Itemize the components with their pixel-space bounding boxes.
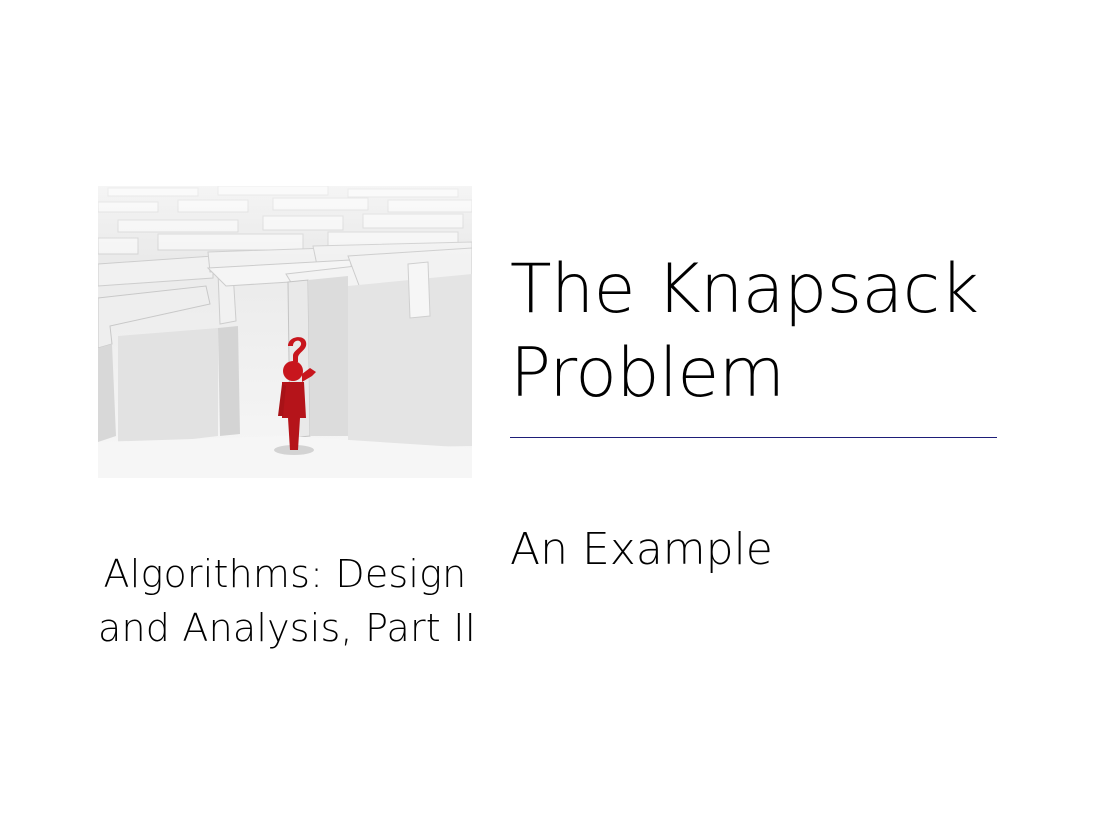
course-line-2: and Analysis, Part II (98, 606, 477, 650)
slide-subtitle: An Example (510, 524, 773, 575)
course-name: Algorithms: Design and Analysis, Part II (98, 547, 477, 655)
slide-title-line-2: Problem (510, 334, 785, 413)
maze-image-svg (98, 186, 472, 478)
maze-illustration (98, 186, 472, 478)
slide-title-line-1: The Knapsack (510, 250, 979, 329)
slide-title: The Knapsack Problem (510, 248, 1010, 416)
title-divider (510, 437, 997, 438)
course-line-1: Algorithms: Design (103, 552, 467, 596)
